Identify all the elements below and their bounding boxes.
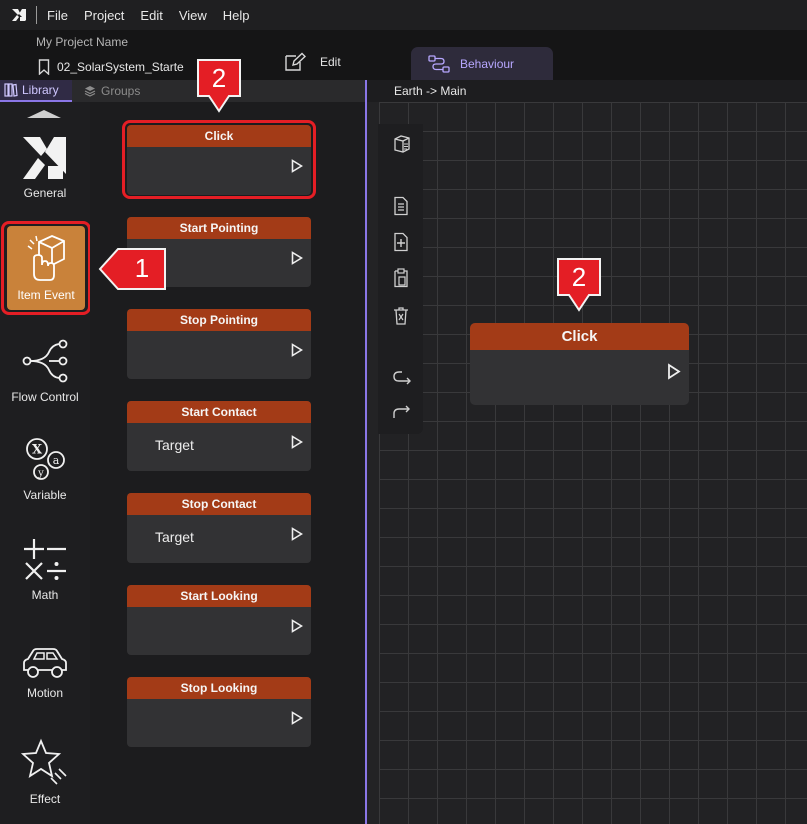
scroll-up-arrow-icon[interactable] [27, 110, 61, 118]
output-port-icon[interactable] [291, 435, 303, 449]
menu-view[interactable]: View [179, 8, 207, 23]
callout-number: 2 [211, 63, 227, 93]
canvas-grid[interactable] [379, 102, 807, 824]
variable-icon: X a y [26, 438, 65, 480]
project-file[interactable]: 02_SolarSystem_Starte [38, 59, 184, 75]
callout-step-1: 1 [98, 245, 168, 293]
category-variable[interactable]: X a y Variable [0, 434, 90, 502]
category-math-label: Math [31, 588, 59, 602]
output-port-icon[interactable] [291, 251, 303, 265]
math-icon [24, 539, 66, 580]
node-body-label: Target [155, 529, 194, 545]
palette-node-start-contact[interactable]: Start Contact Target [127, 401, 311, 471]
canvas-toolbar [378, 124, 423, 434]
delete-icon[interactable] [392, 306, 410, 326]
edit-icon [285, 52, 306, 71]
callout-number: 1 [134, 253, 150, 283]
node-title: Start Contact [127, 401, 311, 423]
category-motion-label: Motion [26, 686, 64, 700]
behaviour-canvas: Earth -> Main [365, 80, 807, 824]
category-item-event[interactable]: Item Event [7, 226, 85, 310]
category-motion[interactable]: Motion [0, 646, 90, 700]
paste-icon[interactable] [392, 268, 410, 288]
tab-behaviour[interactable]: Behaviour [411, 47, 553, 80]
node-palette: Click Start Pointing Stop Pointing Start… [90, 102, 365, 824]
canvas-node-click[interactable]: Click [470, 323, 689, 405]
output-port-icon[interactable] [291, 343, 303, 357]
add-node-icon[interactable] [392, 232, 410, 252]
output-port-icon[interactable] [291, 527, 303, 541]
app-window: File Project Edit View Help My Project N… [0, 0, 807, 824]
output-port-icon[interactable] [291, 619, 303, 633]
tab-groups-label: Groups [101, 84, 141, 98]
flow-control-icon [22, 339, 68, 383]
category-general-label: General [23, 186, 67, 200]
general-logo-icon [23, 137, 66, 179]
tab-library-label: Library [22, 83, 59, 97]
callout-number: 2 [571, 262, 587, 292]
tab-groups[interactable]: Groups [84, 80, 140, 102]
node-title: Start Pointing [127, 217, 311, 239]
menu-bar: File Project Edit View Help [0, 0, 807, 30]
palette-node-stop-pointing[interactable]: Stop Pointing [127, 309, 311, 379]
tab-library[interactable]: Library [0, 80, 72, 102]
redo-icon[interactable] [392, 404, 412, 422]
callout-step-2-canvas: 2 [556, 257, 602, 313]
tap-cube-icon [27, 235, 65, 281]
tab-behaviour-label: Behaviour [460, 56, 515, 71]
project-file-name: 02_SolarSystem_Starte [57, 60, 184, 74]
category-effect[interactable]: Effect [0, 738, 90, 806]
groups-icon [84, 86, 96, 97]
node-title: Start Looking [127, 585, 311, 607]
node-title: Stop Contact [127, 493, 311, 515]
palette-node-click-highlight [122, 120, 316, 199]
node-body-label: Target [155, 437, 194, 453]
category-variable-label: Variable [23, 488, 67, 502]
canvas-node-title: Click [470, 323, 689, 350]
category-item-event-label: Item Event [17, 288, 75, 302]
app-logo-icon[interactable] [10, 6, 28, 24]
menu-project[interactable]: Project [84, 8, 124, 23]
layout-cube-icon[interactable] [392, 134, 412, 154]
car-icon [23, 648, 67, 678]
palette-node-stop-contact[interactable]: Stop Contact Target [127, 493, 311, 563]
undo-icon[interactable] [392, 368, 412, 386]
bookmark-icon [38, 59, 50, 75]
palette-node-start-looking[interactable]: Start Looking [127, 585, 311, 655]
callout-step-2-palette: 2 [196, 58, 242, 114]
svg-text:y: y [37, 468, 44, 479]
tab-edit-label: Edit [320, 55, 341, 69]
palette-node-stop-looking[interactable]: Stop Looking [127, 677, 311, 747]
category-flow-control[interactable]: Flow Control [0, 336, 90, 404]
project-name-label: My Project Name [36, 35, 129, 49]
library-icon [4, 83, 18, 97]
node-title: Stop Pointing [127, 309, 311, 331]
document-icon[interactable] [392, 196, 410, 216]
category-sidebar: General Item Event Flow Control X a y Va… [0, 102, 91, 824]
category-math[interactable]: Math [0, 536, 90, 602]
category-effect-label: Effect [29, 792, 61, 806]
breadcrumb: Earth -> Main [367, 80, 807, 102]
project-header: My Project Name 02_SolarSystem_Starte Ed… [0, 30, 807, 80]
menu-file[interactable]: File [47, 8, 68, 23]
category-general[interactable]: General [0, 134, 90, 200]
category-flow-control-label: Flow Control [11, 390, 79, 404]
flow-icon [428, 54, 450, 73]
star-icon [21, 738, 67, 785]
menu-edit[interactable]: Edit [140, 8, 162, 23]
svg-text:a: a [53, 454, 60, 467]
svg-text:X: X [32, 443, 43, 458]
menu-separator [36, 6, 37, 24]
output-port-icon[interactable] [667, 363, 681, 380]
tab-edit[interactable]: Edit [284, 52, 341, 72]
output-port-icon[interactable] [291, 711, 303, 725]
menu-help[interactable]: Help [223, 8, 250, 23]
library-tabs: Library Groups [0, 80, 365, 102]
node-title: Stop Looking [127, 677, 311, 699]
